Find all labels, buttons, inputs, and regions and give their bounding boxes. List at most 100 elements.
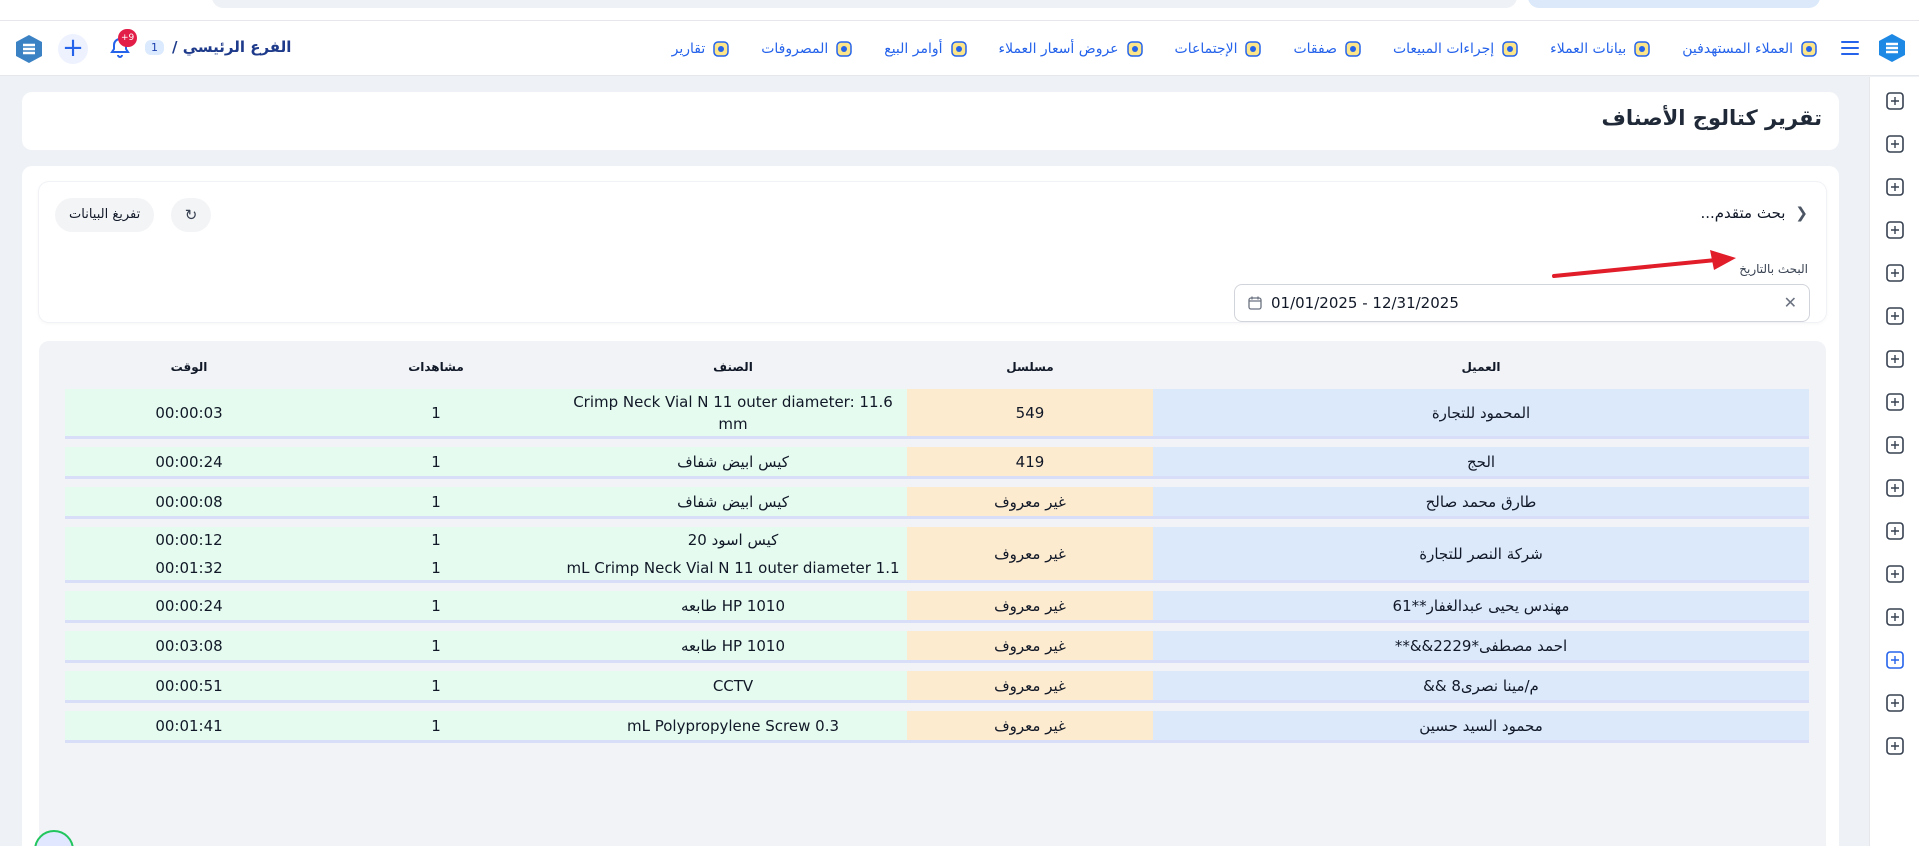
- app-logo-icon[interactable]: [1877, 33, 1907, 63]
- header-client: العميل: [1461, 360, 1501, 374]
- table-body: 00:00:03 1 Crimp Neck Vial N 11 outer diam…: [65, 389, 1809, 751]
- table-row[interactable]: 00:01:41 1 mL Polypropylene Screw 0.3 غير م…: [65, 711, 1809, 743]
- nav-item-quotes[interactable]: عروض أسعار العملاء: [999, 39, 1145, 59]
- item-cell-value: طابعه HP 1010: [680, 596, 785, 615]
- nav-item-reports[interactable]: تقارير: [672, 39, 732, 59]
- views-cell: 1: [313, 631, 559, 660]
- table-row[interactable]: 00:03:08 1 طابعه HP 1010 غير معروف احمد مصطف…: [65, 631, 1809, 663]
- nav-item-client-data[interactable]: بيانات العملاء: [1550, 39, 1652, 59]
- client-cell: مهندس يحيى عبدالغفار**61: [1153, 591, 1809, 620]
- item-cell: Crimp Neck Vial N 11 outer diameter: 11.…: [559, 389, 907, 436]
- date-range-input[interactable]: 01/01/2025 - 12/31/2025 ✕: [1234, 284, 1810, 322]
- time-cell-value: 00:00:51: [155, 676, 223, 695]
- views-cell-entry: 1: [431, 558, 441, 577]
- serial-cell: غير معروف: [907, 527, 1153, 580]
- views-cell: 1: [313, 487, 559, 516]
- table-row[interactable]: 00:00:12 00:01:32 1 1 كيس اسود 20 mL Crimp Ne…: [65, 527, 1809, 583]
- calendar-icon: [1247, 295, 1263, 311]
- item-cell: كيس ابيض شفاف: [559, 447, 907, 476]
- views-cell-value: 1: [431, 492, 441, 511]
- time-cell: 00:01:41: [65, 711, 313, 740]
- client-cell: محمود السيد حسين: [1153, 711, 1809, 740]
- views-cell: 1: [313, 591, 559, 620]
- item-cell-entry: mL Crimp Neck Vial N 11 outer diameter 1…: [566, 558, 900, 577]
- serial-cell: غير معروف: [907, 591, 1153, 620]
- invoice-icon[interactable]: [1883, 347, 1907, 371]
- views-cell: 1: [313, 711, 559, 740]
- nav-item-deals[interactable]: صفقات: [1293, 39, 1363, 59]
- chevron-left-icon: ❮: [1795, 204, 1808, 222]
- add-document-icon[interactable]: [1883, 89, 1907, 113]
- item-cell: كيس اسود 20 mL Crimp Neck Vial N 11 outer…: [559, 527, 907, 580]
- time-cell-value: 00:01:41: [155, 716, 223, 735]
- branch-selector[interactable]: الفرع الرئيسي / 1: [145, 38, 291, 56]
- views-cell-value: 1: [431, 403, 441, 422]
- table-row[interactable]: 00:00:03 1 Crimp Neck Vial N 11 outer diam…: [65, 389, 1809, 439]
- nav-item-label: صفقات: [1293, 41, 1337, 57]
- serial-cell: غير معروف: [907, 487, 1153, 516]
- nav-item-sales-actions[interactable]: إجراءات المبيعات: [1393, 39, 1520, 59]
- user-icon[interactable]: [1883, 519, 1907, 543]
- table-row[interactable]: 00:00:24 1 كيس ابيض شفاف 419 الحج: [65, 447, 1809, 479]
- advanced-search-label: بحث متقدم...: [1700, 204, 1786, 222]
- main-nav: العملاء المستهدفين بيانات العملاء إجراءات …: [672, 21, 1819, 77]
- document-lock-icon[interactable]: [1883, 605, 1907, 629]
- export-data-button[interactable]: تفريغ البيانات: [55, 198, 155, 232]
- truck-icon[interactable]: [1883, 433, 1907, 457]
- nav-item-meetings[interactable]: الإجتماعات: [1175, 39, 1264, 59]
- date-range-value: 01/01/2025 - 12/31/2025: [1271, 294, 1459, 312]
- warning-icon[interactable]: [1883, 218, 1907, 242]
- analytics-icon[interactable]: [1883, 648, 1907, 672]
- item-cell: mL Polypropylene Screw 0.3: [559, 711, 907, 740]
- table-row[interactable]: 00:00:24 1 طابعه HP 1010 غير معروف مهندس يحي…: [65, 591, 1809, 623]
- time-cell-value: 00:03:08: [155, 636, 223, 655]
- branch-name: الفرع الرئيسي /: [172, 38, 292, 56]
- nav-item-label: أوامر البيع: [884, 41, 943, 57]
- time-cell-entry: 00:01:32: [155, 558, 223, 577]
- item-cell: CCTV: [559, 671, 907, 700]
- video-icon[interactable]: [1883, 261, 1907, 285]
- advanced-search-toggle[interactable]: ❮ بحث متقدم...: [1700, 204, 1808, 222]
- group-icon[interactable]: [1883, 132, 1907, 156]
- views-cell-value: 1: [431, 636, 441, 655]
- secondary-logo-icon[interactable]: [14, 34, 44, 64]
- settings-icon[interactable]: [1883, 691, 1907, 715]
- refresh-button[interactable]: ↻: [171, 198, 211, 232]
- annotation-arrow-icon: [1552, 250, 1736, 278]
- client-cell: الحج: [1153, 447, 1809, 476]
- clear-date-icon[interactable]: ✕: [1784, 293, 1797, 312]
- nav-item-expenses[interactable]: المصروفات: [761, 39, 854, 59]
- client-cell: شركة النصر للتجارة: [1153, 527, 1809, 580]
- client-data-icon: [1632, 39, 1652, 59]
- views-cell-entry: 1: [431, 530, 441, 549]
- window-icon[interactable]: [1883, 734, 1907, 758]
- report-table: الوقت مشاهدات الصنف مسلسل العميل 00:00:0…: [39, 341, 1826, 846]
- client-cell: المحمود للتجارة: [1153, 389, 1809, 436]
- serial-cell: غير معروف: [907, 671, 1153, 700]
- global-search-bar[interactable]: [212, 0, 1517, 8]
- nav-item-label: إجراءات المبيعات: [1392, 41, 1495, 57]
- client-cell: م/مينا نصرى8 &&: [1153, 671, 1809, 700]
- views-cell: 1: [313, 447, 559, 476]
- nav-item-sales-orders[interactable]: أوامر البيع: [884, 39, 968, 59]
- table-row[interactable]: 00:00:08 1 كيس ابيض شفاف غير معروف طارق محمد…: [65, 487, 1809, 519]
- pen-icon[interactable]: [1883, 390, 1907, 414]
- nav-item-target-clients[interactable]: العملاء المستهدفين: [1682, 39, 1819, 59]
- item-cell: طابعه HP 1010: [559, 631, 907, 660]
- add-file-icon[interactable]: [1883, 562, 1907, 586]
- add-button[interactable]: +: [58, 34, 88, 64]
- top-right-pill[interactable]: [1528, 0, 1820, 8]
- views-cell-value: 1: [431, 676, 441, 695]
- table-row[interactable]: 00:00:51 1 CCTV غير معروف م/مينا نصرى8 &&: [65, 671, 1809, 703]
- time-cell: 00:00:51: [65, 671, 313, 700]
- menu-toggle-icon[interactable]: [1838, 37, 1862, 61]
- reports-icon: [711, 39, 731, 59]
- nav-item-label: الإجتماعات: [1174, 41, 1238, 57]
- chart-mountain-icon[interactable]: [1883, 304, 1907, 328]
- box-icon[interactable]: [1883, 476, 1907, 500]
- money-icon[interactable]: [1883, 175, 1907, 199]
- time-cell: 00:00:24: [65, 591, 313, 620]
- top-header: العملاء المستهدفين بيانات العملاء إجراءات …: [0, 20, 1919, 76]
- expenses-icon: [834, 39, 854, 59]
- item-cell: طابعه HP 1010: [559, 591, 907, 620]
